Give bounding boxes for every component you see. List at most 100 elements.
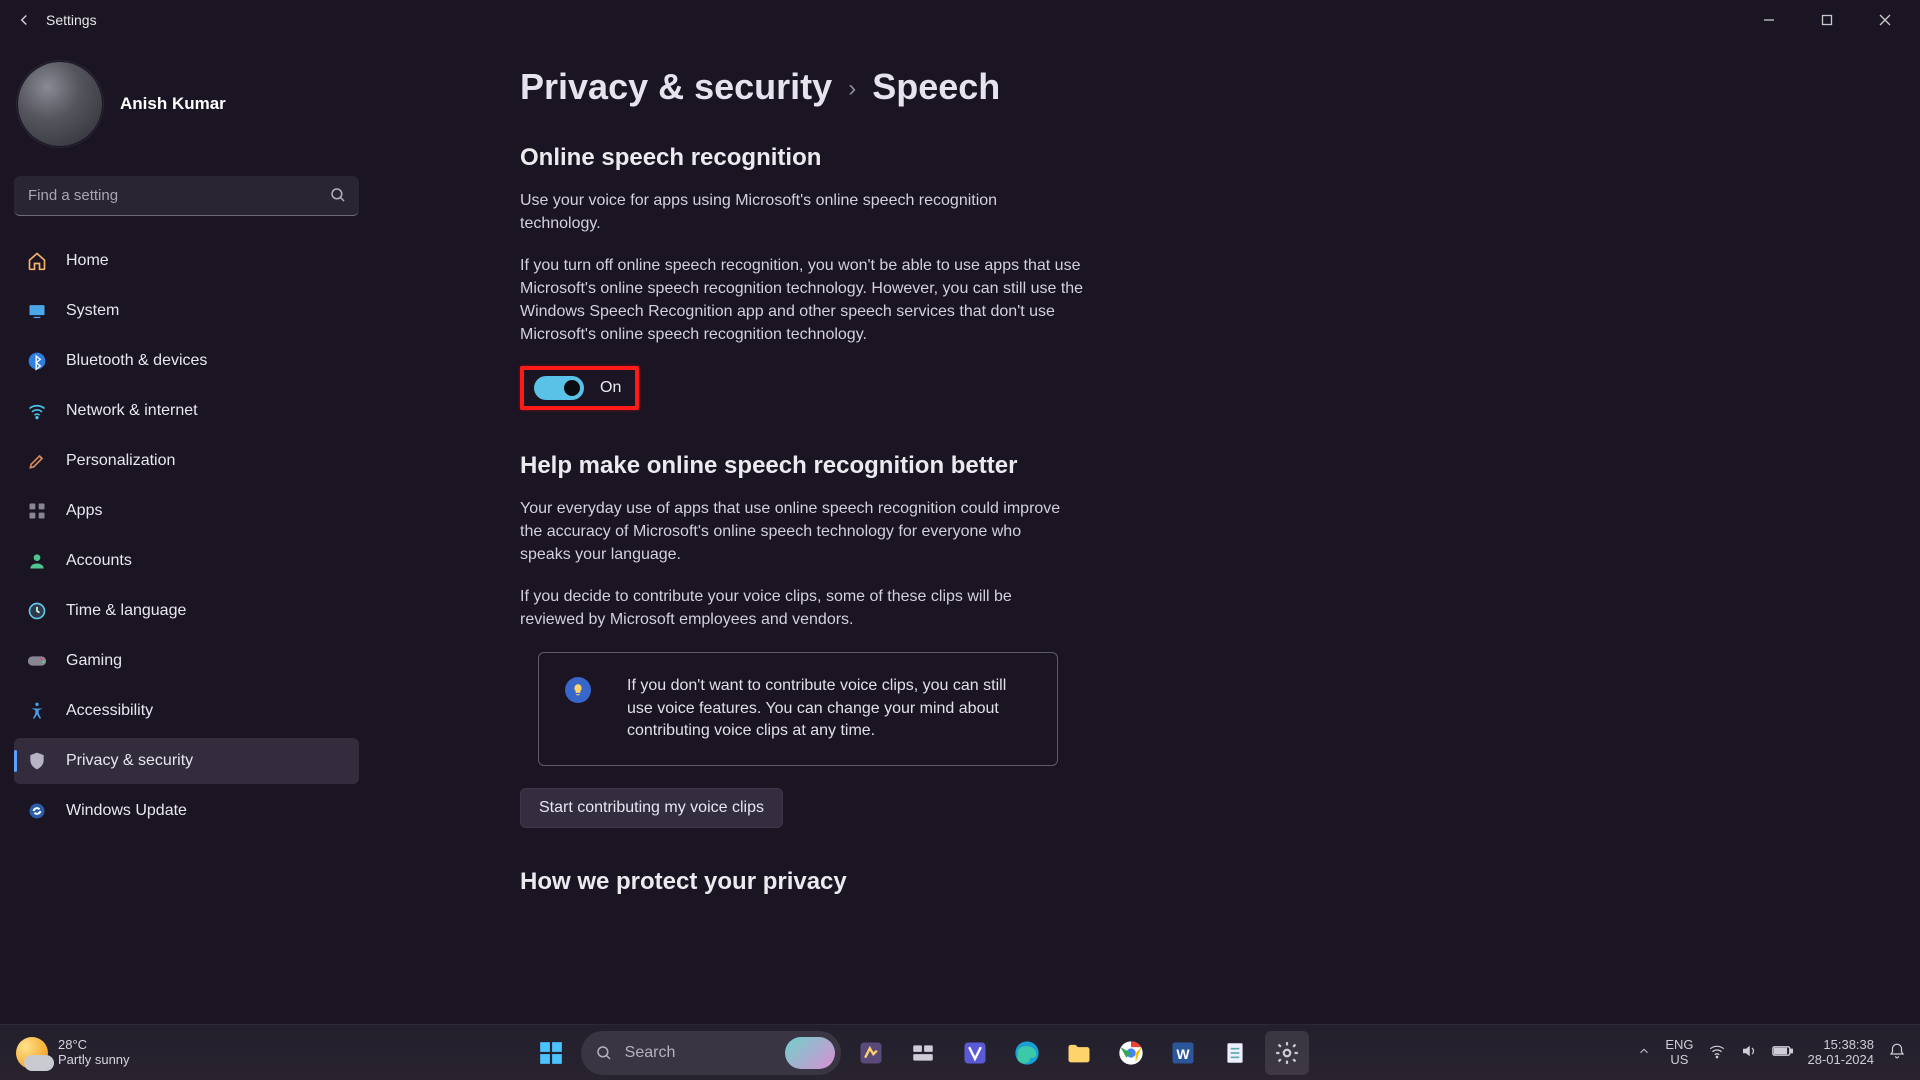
- taskbar-weather[interactable]: 28°C Partly sunny: [0, 1037, 200, 1069]
- breadcrumb-current: Speech: [872, 66, 1000, 108]
- close-button[interactable]: [1856, 0, 1914, 40]
- content: Privacy & security › Speech Online speec…: [370, 40, 1920, 1024]
- windows-icon: [538, 1040, 564, 1066]
- nav-label: Windows Update: [66, 802, 187, 820]
- taskbar-chrome[interactable]: [1109, 1031, 1153, 1075]
- nav-gaming[interactable]: Gaming: [14, 638, 359, 684]
- weather-temp: 28°C: [58, 1038, 130, 1052]
- search-wrap: [14, 176, 359, 216]
- tray-chevron[interactable]: [1637, 1044, 1651, 1061]
- bluetooth-icon: [26, 350, 48, 372]
- section-title: How we protect your privacy: [520, 868, 1880, 896]
- back-button[interactable]: [6, 2, 42, 38]
- nav-label: Bluetooth & devices: [66, 352, 207, 370]
- word-icon: W: [1169, 1039, 1197, 1067]
- section-title: Online speech recognition: [520, 144, 1880, 172]
- taskbar-task-view[interactable]: [901, 1031, 945, 1075]
- network-icon: [26, 400, 48, 422]
- lightbulb-icon: [565, 677, 591, 703]
- wifi-icon[interactable]: [1708, 1042, 1726, 1063]
- nav-label: System: [66, 302, 119, 320]
- apps-icon: [26, 500, 48, 522]
- nav-network[interactable]: Network & internet: [14, 388, 359, 434]
- shield-icon: [26, 750, 48, 772]
- nav: Home System Bluetooth & devices Network …: [14, 238, 359, 834]
- nav-privacy-security[interactable]: Privacy & security: [14, 738, 359, 784]
- system-icon: [26, 300, 48, 322]
- nav-system[interactable]: System: [14, 288, 359, 334]
- minimize-icon: [1763, 14, 1775, 26]
- section-paragraph: If you decide to contribute your voice c…: [520, 586, 1075, 631]
- nav-accessibility[interactable]: Accessibility: [14, 688, 359, 734]
- nav-label: Network & internet: [66, 402, 198, 420]
- update-icon: [26, 800, 48, 822]
- taskbar-app-2[interactable]: [953, 1031, 997, 1075]
- search-decoration-icon: [785, 1037, 835, 1069]
- online-speech-toggle[interactable]: [534, 376, 584, 400]
- profile-block[interactable]: Anish Kumar: [14, 56, 362, 162]
- folder-icon: [1065, 1039, 1093, 1067]
- weather-icon: [16, 1037, 48, 1069]
- nav-label: Personalization: [66, 452, 175, 470]
- accounts-icon: [26, 550, 48, 572]
- taskbar-search[interactable]: Search: [581, 1031, 841, 1075]
- nav-label: Accessibility: [66, 702, 153, 720]
- app-icon: [857, 1039, 885, 1067]
- close-icon: [1879, 14, 1891, 26]
- search-icon: [595, 1044, 613, 1062]
- info-card-text: If you don't want to contribute voice cl…: [627, 675, 1007, 743]
- nav-label: Time & language: [66, 602, 186, 620]
- start-button[interactable]: [529, 1031, 573, 1075]
- taskbar-notepad[interactable]: [1213, 1031, 1257, 1075]
- section-privacy: How we protect your privacy: [520, 868, 1880, 896]
- nav-label: Accounts: [66, 552, 132, 570]
- nav-time-language[interactable]: Time & language: [14, 588, 359, 634]
- search-input[interactable]: [14, 176, 359, 216]
- section-paragraph: Your everyday use of apps that use onlin…: [520, 498, 1075, 566]
- tray-language[interactable]: ENG US: [1665, 1038, 1693, 1067]
- tray-clock[interactable]: 15:38:38 28-01-2024: [1808, 1038, 1875, 1067]
- app-icon: [961, 1039, 989, 1067]
- home-icon: [26, 250, 48, 272]
- nav-home[interactable]: Home: [14, 238, 359, 284]
- titlebar: Settings: [0, 0, 1920, 40]
- taskbar-word[interactable]: W: [1161, 1031, 1205, 1075]
- notifications-icon[interactable]: [1888, 1042, 1906, 1063]
- taskbar-settings[interactable]: [1265, 1031, 1309, 1075]
- volume-icon[interactable]: [1740, 1042, 1758, 1063]
- taskbar-app-1[interactable]: [849, 1031, 893, 1075]
- nav-accounts[interactable]: Accounts: [14, 538, 359, 584]
- taskbar-explorer[interactable]: [1057, 1031, 1101, 1075]
- nav-windows-update[interactable]: Windows Update: [14, 788, 359, 834]
- arrow-left-icon: [15, 11, 33, 29]
- nav-personalization[interactable]: Personalization: [14, 438, 359, 484]
- personalization-icon: [26, 450, 48, 472]
- section-title: Help make online speech recognition bett…: [520, 452, 1880, 480]
- nav-bluetooth[interactable]: Bluetooth & devices: [14, 338, 359, 384]
- minimize-button[interactable]: [1740, 0, 1798, 40]
- toggle-label: On: [600, 379, 621, 397]
- taskbar-edge[interactable]: [1005, 1031, 1049, 1075]
- nav-apps[interactable]: Apps: [14, 488, 359, 534]
- battery-icon[interactable]: [1772, 1044, 1794, 1061]
- username: Anish Kumar: [120, 94, 226, 114]
- contribute-button[interactable]: Start contributing my voice clips: [520, 788, 783, 828]
- section-online-speech: Online speech recognition Use your voice…: [520, 144, 1880, 410]
- nav-label: Home: [66, 252, 109, 270]
- section-help-improve: Help make online speech recognition bett…: [520, 452, 1880, 828]
- task-view-icon: [910, 1040, 936, 1066]
- clock-icon: [26, 600, 48, 622]
- svg-text:W: W: [1176, 1045, 1190, 1061]
- breadcrumb: Privacy & security › Speech: [520, 66, 1880, 108]
- toggle-row: On: [520, 366, 1880, 410]
- taskbar: 28°C Partly sunny Search W ENG US: [0, 1024, 1920, 1080]
- system-tray: ENG US 15:38:38 28-01-2024: [1637, 1038, 1920, 1067]
- chrome-icon: [1117, 1039, 1145, 1067]
- sidebar: Anish Kumar Home System Bluetooth & devi…: [0, 40, 370, 1024]
- nav-label: Gaming: [66, 652, 122, 670]
- maximize-button[interactable]: [1798, 0, 1856, 40]
- maximize-icon: [1821, 14, 1833, 26]
- breadcrumb-parent[interactable]: Privacy & security: [520, 66, 832, 108]
- section-paragraph: Use your voice for apps using Microsoft'…: [520, 190, 1075, 235]
- section-paragraph: If you turn off online speech recognitio…: [520, 255, 1090, 346]
